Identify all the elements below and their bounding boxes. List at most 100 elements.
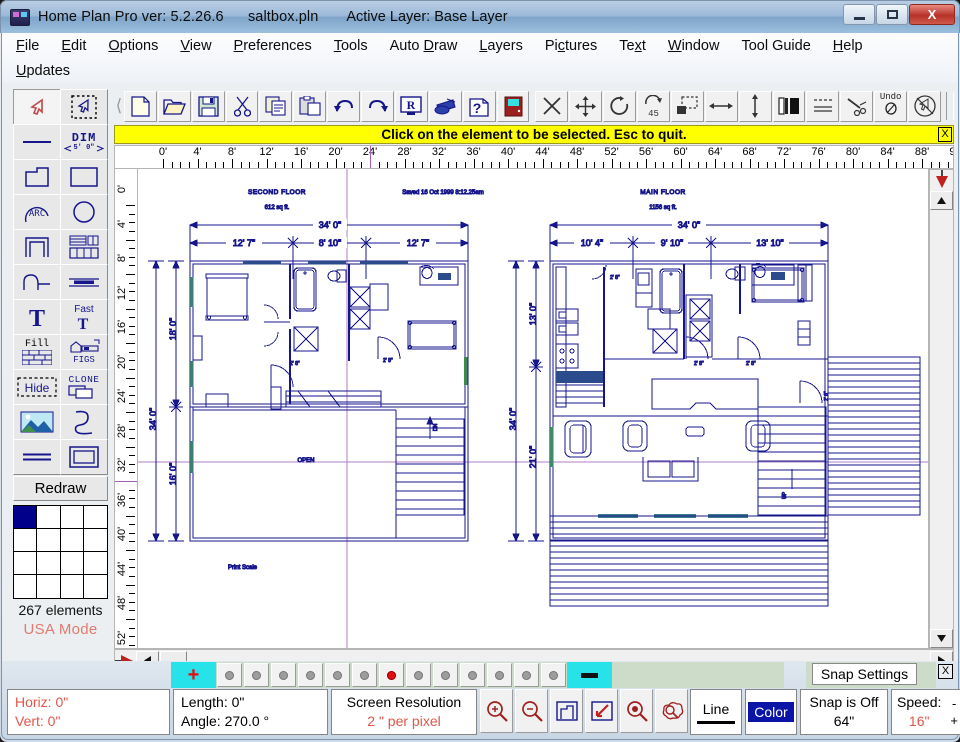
color-button[interactable]: Color: [745, 689, 797, 735]
layer-dot-9[interactable]: [433, 663, 458, 687]
remove-layer-button[interactable]: [567, 662, 612, 688]
scroll-down-button[interactable]: [930, 629, 953, 648]
menu-layers[interactable]: Layers: [479, 38, 523, 54]
layer-dot-3[interactable]: [271, 663, 296, 687]
tool-clone[interactable]: CLONE: [60, 369, 108, 405]
layer-dot-6[interactable]: [352, 663, 377, 687]
color-swatch-grid[interactable]: [13, 505, 108, 599]
menu-updates[interactable]: Updates: [16, 63, 70, 79]
zoom-in-icon[interactable]: [480, 689, 513, 733]
help-question-icon[interactable]: ?: [462, 90, 496, 122]
register-monitor-icon[interactable]: R: [394, 90, 428, 122]
layer-dot-7-active[interactable]: [379, 663, 404, 687]
mirror-icon[interactable]: [772, 90, 806, 122]
layer-dot-10[interactable]: [460, 663, 485, 687]
snap-settings-button[interactable]: Snap Settings: [812, 663, 917, 685]
snap-state-box[interactable]: Snap is Off 64": [800, 689, 888, 735]
stretch-vertical-icon[interactable]: [738, 90, 772, 122]
line-style-button[interactable]: Line: [690, 689, 742, 735]
align-icon[interactable]: [806, 90, 840, 122]
zoom-fit-icon[interactable]: [550, 689, 583, 733]
layer-dot-11[interactable]: [487, 663, 512, 687]
tool-rectangle[interactable]: [60, 159, 108, 195]
tool-hide[interactable]: Hide: [13, 369, 61, 405]
zoom-previous-icon[interactable]: [620, 689, 653, 733]
menu-window[interactable]: Window: [668, 38, 720, 54]
tool-select-arrow[interactable]: [13, 89, 61, 125]
menu-tool-guide[interactable]: Tool Guide: [741, 38, 810, 54]
layer-dot-8[interactable]: [406, 663, 431, 687]
open-folder-icon[interactable]: [157, 90, 191, 122]
trim-icon[interactable]: [840, 90, 874, 122]
cancel-draw-icon[interactable]: [908, 90, 941, 122]
zoom-window-icon[interactable]: [585, 689, 618, 733]
layer-dot-5[interactable]: [325, 663, 350, 687]
tool-double-wall[interactable]: [60, 264, 108, 300]
vertical-scrollbar[interactable]: [929, 169, 954, 649]
exit-door-icon[interactable]: [496, 90, 530, 122]
tool-box[interactable]: [60, 439, 108, 475]
redraw-button[interactable]: Redraw: [13, 476, 108, 501]
close-button[interactable]: X: [909, 4, 955, 25]
zoom-all-icon[interactable]: [655, 689, 688, 733]
tool-freehand[interactable]: [60, 404, 108, 440]
scroll-up-button[interactable]: [930, 191, 953, 210]
swatch[interactable]: [60, 506, 84, 529]
tool-fill[interactable]: Fill: [13, 334, 61, 370]
paste-icon[interactable]: [293, 90, 327, 122]
rotate-45-icon[interactable]: 45: [637, 90, 670, 122]
swatch[interactable]: [60, 552, 84, 575]
menu-file[interactable]: FFileile: [16, 38, 39, 54]
tool-arc[interactable]: ARC: [13, 194, 61, 230]
copy-region-icon[interactable]: [670, 90, 704, 122]
menu-pictures[interactable]: Pictures: [545, 38, 597, 54]
redo-arrow-icon[interactable]: [361, 90, 394, 122]
swatch[interactable]: [83, 529, 107, 552]
tool-picture[interactable]: [13, 404, 61, 440]
prompt-close-button[interactable]: X: [938, 127, 952, 142]
delete-x-icon[interactable]: [535, 90, 569, 122]
layer-dot-1[interactable]: [217, 663, 242, 687]
menu-help[interactable]: Help: [833, 38, 863, 54]
swatch[interactable]: [37, 506, 61, 529]
swatch[interactable]: [83, 552, 107, 575]
speed-decrease-button[interactable]: -: [950, 695, 958, 712]
maximize-button[interactable]: [876, 4, 908, 25]
menu-auto-draw[interactable]: Auto Draw: [390, 38, 458, 54]
cut-scissors-icon[interactable]: [225, 90, 259, 122]
menu-view[interactable]: View: [180, 38, 211, 54]
tool-select-area[interactable]: [60, 89, 108, 125]
tool-circle[interactable]: [60, 194, 108, 230]
layer-dot-4[interactable]: [298, 663, 323, 687]
save-disk-icon[interactable]: [191, 90, 225, 122]
tool-dimension[interactable]: DIM 5' 0": [60, 124, 108, 160]
undo-zero-icon[interactable]: Undo: [874, 90, 908, 122]
tool-window[interactable]: [60, 229, 108, 265]
swatch-active[interactable]: [14, 506, 38, 529]
layer-dot-2[interactable]: [244, 663, 269, 687]
stretch-horizontal-icon[interactable]: [704, 90, 738, 122]
swatch[interactable]: [84, 575, 107, 598]
tool-polyline[interactable]: [13, 159, 61, 195]
swatch[interactable]: [83, 506, 107, 529]
tool-double-line[interactable]: [13, 439, 61, 475]
menu-options[interactable]: Options: [108, 38, 158, 54]
tool-text[interactable]: T: [13, 299, 61, 335]
layer-dot-13[interactable]: [541, 663, 566, 687]
tool-wall[interactable]: [13, 229, 61, 265]
tool-figures[interactable]: FIGS: [60, 334, 108, 370]
speed-increase-button[interactable]: +: [950, 712, 958, 729]
menu-edit[interactable]: Edit: [61, 38, 86, 54]
undo-arrow-icon[interactable]: [327, 90, 361, 122]
copy-icon[interactable]: [259, 90, 293, 122]
swatch[interactable]: [61, 575, 84, 598]
add-layer-button[interactable]: +: [171, 662, 216, 688]
menu-tools[interactable]: Tools: [334, 38, 368, 54]
layer-dot-12[interactable]: [514, 663, 539, 687]
swatch[interactable]: [37, 552, 61, 575]
tool-line[interactable]: [13, 124, 61, 160]
bottom-close-button[interactable]: X: [938, 664, 953, 679]
drawing-canvas[interactable]: SECOND FLOOR 612 sq ft. Saved 16 Oct 199…: [138, 169, 929, 649]
minimize-button[interactable]: [843, 4, 875, 25]
swatch[interactable]: [37, 575, 61, 598]
